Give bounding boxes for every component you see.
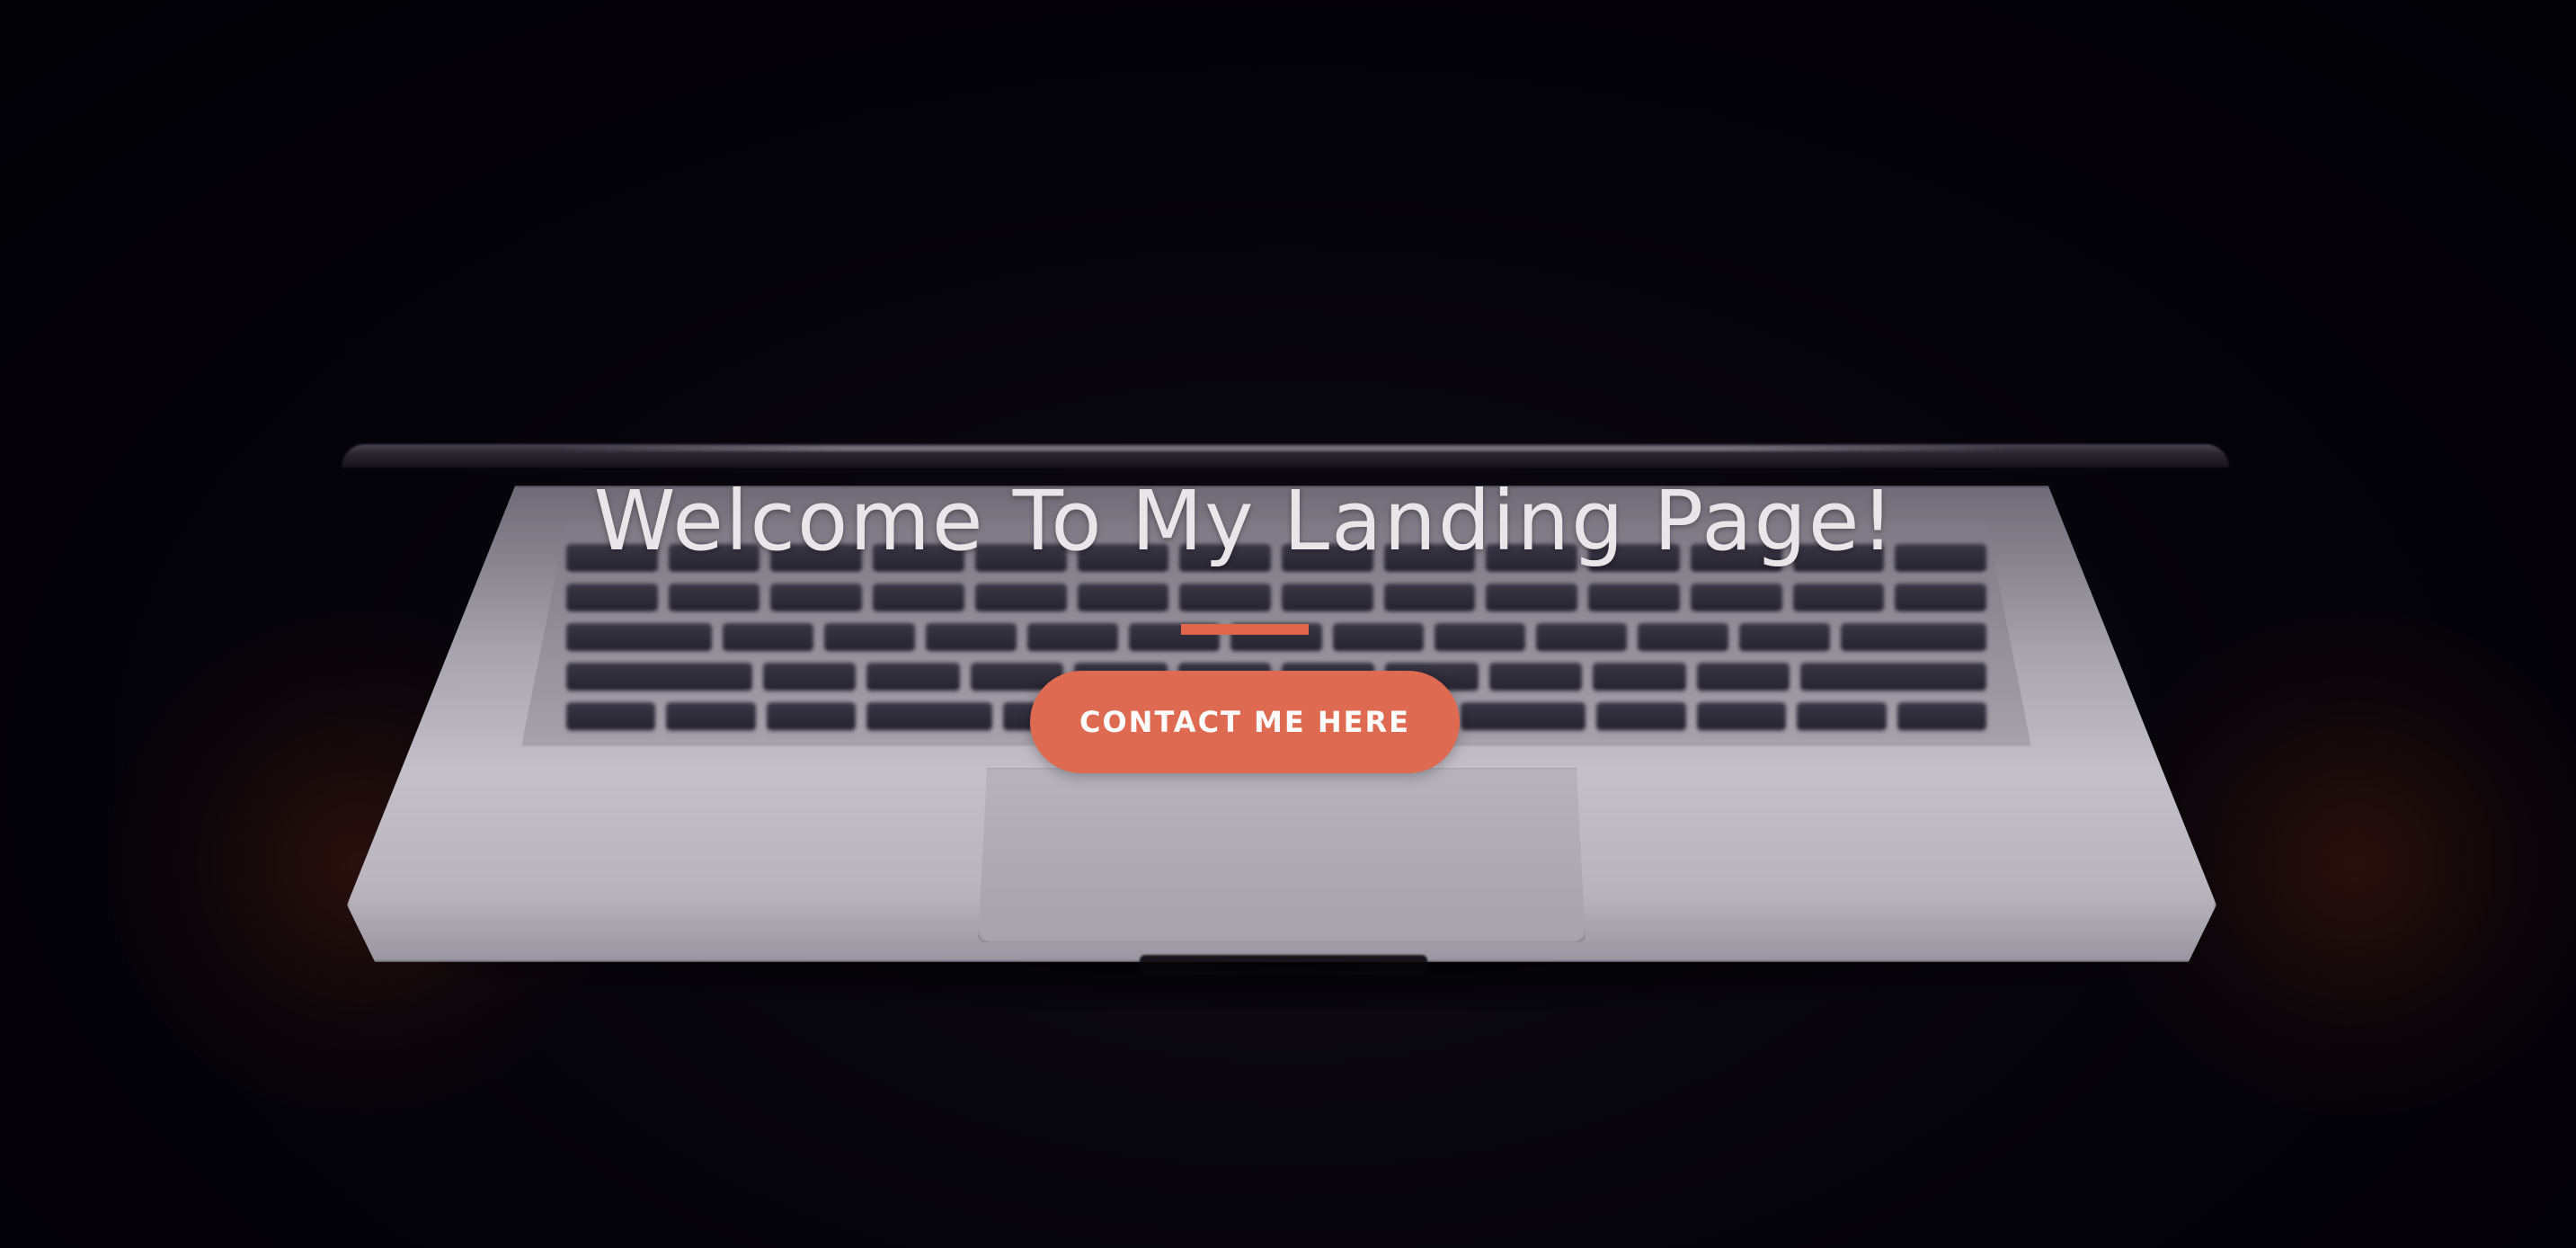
- title-divider: [1181, 624, 1309, 635]
- contact-me-button[interactable]: CONTACT ME HERE: [1030, 671, 1460, 773]
- hero-section: Welcome To My Landing Page! CONTACT ME H…: [0, 0, 2576, 1248]
- page-title: Welcome To My Landing Page!: [593, 473, 1896, 569]
- hero-content: Welcome To My Landing Page! CONTACT ME H…: [0, 0, 2576, 1248]
